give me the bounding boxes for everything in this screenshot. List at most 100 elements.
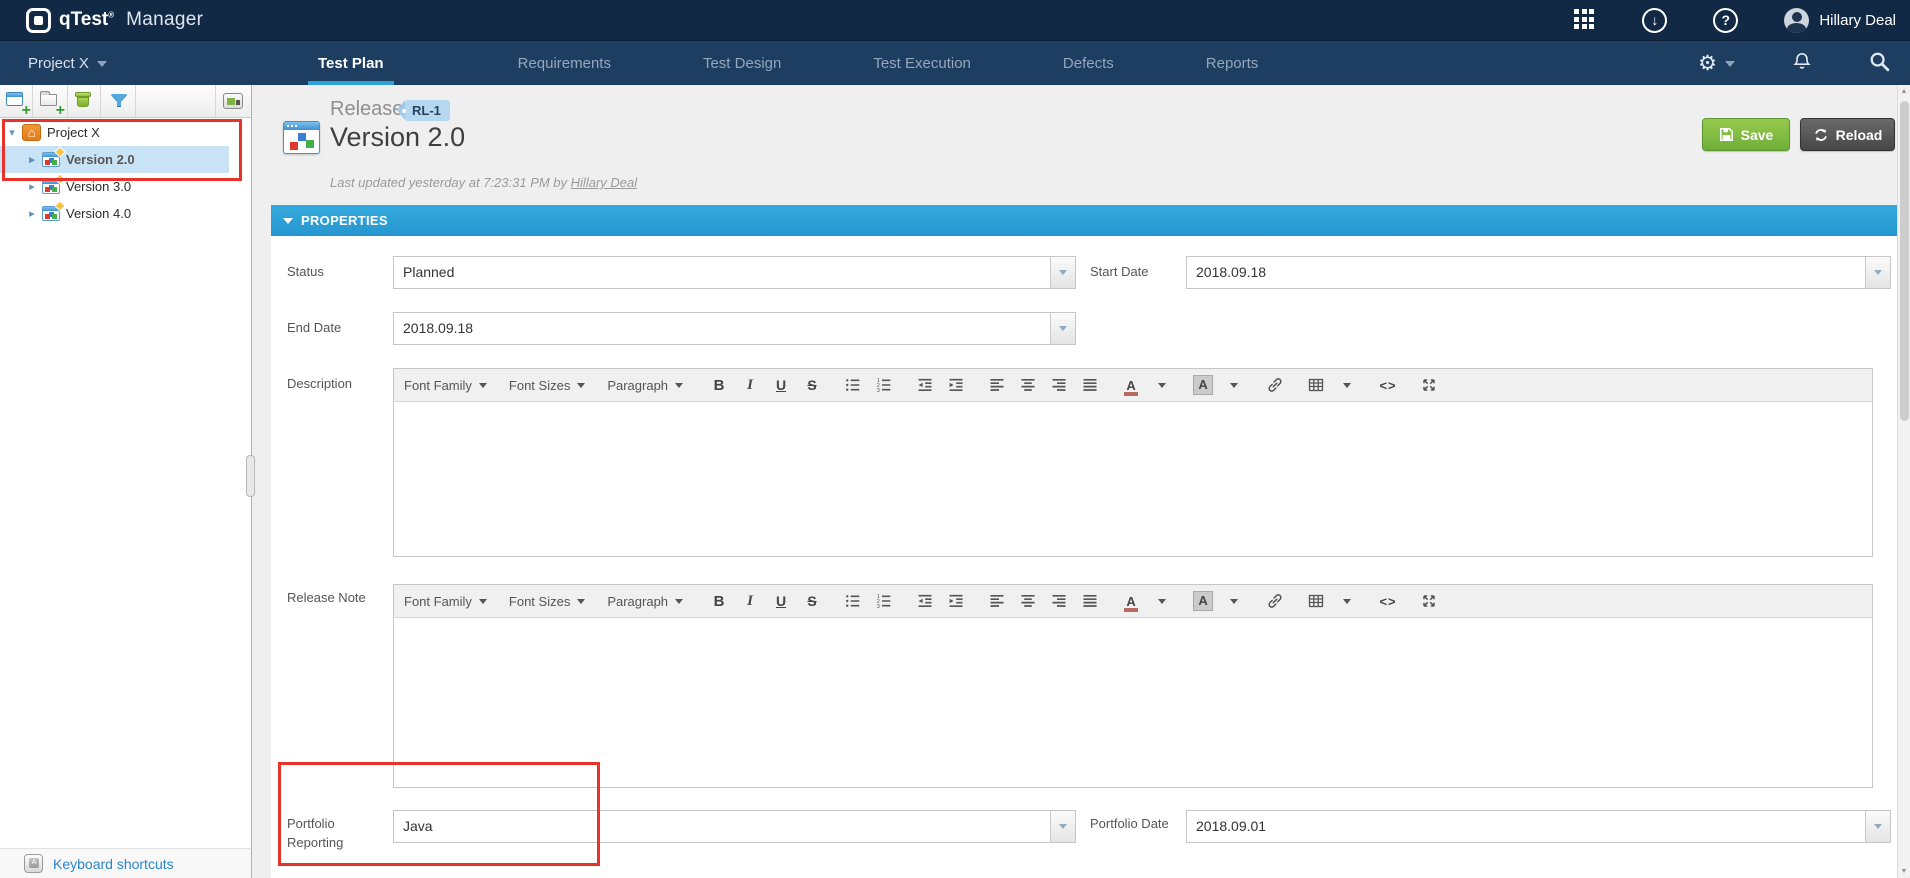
description-text-area[interactable]: [394, 402, 1872, 556]
indent-button[interactable]: [946, 590, 966, 612]
tree-expand-arrow[interactable]: ▸: [26, 153, 38, 166]
project-selector[interactable]: Project X: [28, 41, 107, 86]
table-button[interactable]: [1306, 590, 1326, 612]
apps-grid-icon[interactable]: [1574, 9, 1596, 31]
align-right-button[interactable]: [1049, 590, 1069, 612]
tab-defects[interactable]: Defects: [1053, 41, 1124, 86]
align-center-button[interactable]: [1018, 590, 1038, 612]
underline-button[interactable]: U: [771, 374, 791, 396]
dropdown-arrow-icon[interactable]: [1050, 257, 1075, 288]
fullscreen-button[interactable]: [1419, 374, 1439, 396]
align-justify-button[interactable]: [1080, 590, 1100, 612]
tab-test-plan[interactable]: Test Plan: [308, 41, 394, 86]
last-updated-user-link[interactable]: Hillary Deal: [571, 175, 637, 190]
strikethrough-button[interactable]: S: [802, 590, 822, 612]
underline-button[interactable]: U: [771, 590, 791, 612]
tree-expand-arrow[interactable]: ▸: [26, 180, 38, 193]
font-sizes-dropdown[interactable]: Font Sizes: [509, 594, 585, 609]
save-button[interactable]: Save: [1702, 118, 1790, 151]
outdent-button[interactable]: [915, 590, 935, 612]
background-color-button[interactable]: A: [1193, 590, 1213, 612]
user-avatar[interactable]: [1784, 8, 1809, 33]
tab-reports[interactable]: Reports: [1196, 41, 1269, 86]
table-caret[interactable]: [1337, 374, 1357, 396]
paragraph-dropdown[interactable]: Paragraph: [607, 594, 683, 609]
background-color-caret[interactable]: [1224, 590, 1244, 612]
last-updated-text: Last updated yesterday at 7:23:31 PM by …: [330, 175, 637, 190]
start-date-picker[interactable]: 2018.09.18: [1186, 256, 1891, 289]
fullscreen-button[interactable]: [1419, 590, 1439, 612]
italic-button[interactable]: I: [740, 590, 760, 612]
portfolio-date-picker[interactable]: 2018.09.01: [1186, 810, 1891, 843]
bullet-list-button[interactable]: [843, 590, 863, 612]
code-view-button[interactable]: <>: [1378, 590, 1398, 612]
recycle-bin-icon[interactable]: [71, 89, 97, 113]
download-icon[interactable]: ↓: [1642, 8, 1667, 33]
align-left-button[interactable]: [987, 590, 1007, 612]
qtest-logo[interactable]: qTest® Manager: [26, 8, 203, 33]
numbered-list-button[interactable]: 123: [874, 374, 894, 396]
dropdown-arrow-icon[interactable]: [1050, 811, 1075, 842]
add-release-icon[interactable]: +: [3, 89, 29, 113]
notifications-bell-icon[interactable]: [1793, 52, 1811, 76]
scrollbar-thumb[interactable]: [1900, 101, 1909, 421]
strikethrough-button[interactable]: S: [802, 374, 822, 396]
align-left-button[interactable]: [987, 374, 1007, 396]
portfolio-reporting-select[interactable]: Java: [393, 810, 1076, 843]
user-name[interactable]: Hillary Deal: [1819, 12, 1896, 29]
align-justify-button[interactable]: [1080, 374, 1100, 396]
link-button[interactable]: [1265, 374, 1285, 396]
link-button[interactable]: [1265, 590, 1285, 612]
add-folder-icon[interactable]: +: [37, 89, 63, 113]
panel-view-icon[interactable]: [221, 89, 247, 113]
properties-section-header[interactable]: PROPERTIES: [271, 205, 1897, 236]
search-icon[interactable]: [1869, 51, 1890, 77]
italic-button[interactable]: I: [740, 374, 760, 396]
scroll-down-arrow-icon[interactable]: ▼: [1898, 868, 1910, 875]
numbered-list-button[interactable]: 123: [874, 590, 894, 612]
table-caret[interactable]: [1337, 590, 1357, 612]
bullet-list-button[interactable]: [843, 374, 863, 396]
tab-requirements[interactable]: Requirements: [508, 41, 621, 86]
page-scrollbar[interactable]: ▲ ▼: [1897, 85, 1910, 878]
dropdown-arrow-icon[interactable]: [1050, 313, 1075, 344]
tree-item-project-x[interactable]: ▾⌂Project X: [0, 119, 251, 146]
filter-icon[interactable]: [106, 89, 132, 113]
align-center-button[interactable]: [1018, 374, 1038, 396]
bold-button[interactable]: B: [709, 374, 729, 396]
outdent-button[interactable]: [915, 374, 935, 396]
text-color-caret[interactable]: [1152, 590, 1172, 612]
table-button[interactable]: [1306, 374, 1326, 396]
text-color-caret[interactable]: [1152, 374, 1172, 396]
tab-test-design[interactable]: Test Design: [693, 41, 791, 86]
tree-item-version-3-0[interactable]: ▸Version 3.0: [0, 173, 251, 200]
align-right-button[interactable]: [1049, 374, 1069, 396]
paragraph-dropdown[interactable]: Paragraph: [607, 378, 683, 393]
help-icon[interactable]: ?: [1713, 8, 1738, 33]
tab-test-execution[interactable]: Test Execution: [863, 41, 981, 86]
scroll-up-arrow-icon[interactable]: ▲: [1898, 88, 1910, 95]
font-sizes-dropdown[interactable]: Font Sizes: [509, 378, 585, 393]
text-color-button[interactable]: A: [1121, 590, 1141, 612]
tree-collapse-arrow[interactable]: ▾: [6, 126, 18, 139]
tree-expand-arrow[interactable]: ▸: [26, 207, 38, 220]
sidebar-splitter-handle[interactable]: [246, 455, 255, 497]
bold-button[interactable]: B: [709, 590, 729, 612]
reload-button[interactable]: Reload: [1800, 118, 1895, 151]
end-date-picker[interactable]: 2018.09.18: [393, 312, 1076, 345]
tree-item-version-2-0[interactable]: ▸Version 2.0: [0, 146, 229, 173]
tree-item-version-4-0[interactable]: ▸Version 4.0: [0, 200, 251, 227]
font-family-dropdown[interactable]: Font Family: [404, 594, 487, 609]
text-color-button[interactable]: A: [1121, 374, 1141, 396]
release-note-text-area[interactable]: [394, 618, 1872, 787]
dropdown-arrow-icon[interactable]: [1865, 811, 1890, 842]
indent-button[interactable]: [946, 374, 966, 396]
dropdown-arrow-icon[interactable]: [1865, 257, 1890, 288]
keyboard-shortcuts-link[interactable]: Keyboard shortcuts: [53, 856, 174, 872]
background-color-caret[interactable]: [1224, 374, 1244, 396]
background-color-button[interactable]: A: [1193, 374, 1213, 396]
code-view-button[interactable]: <>: [1378, 374, 1398, 396]
font-family-dropdown[interactable]: Font Family: [404, 378, 487, 393]
settings-menu[interactable]: ⚙: [1698, 53, 1735, 74]
status-select[interactable]: Planned: [393, 256, 1076, 289]
